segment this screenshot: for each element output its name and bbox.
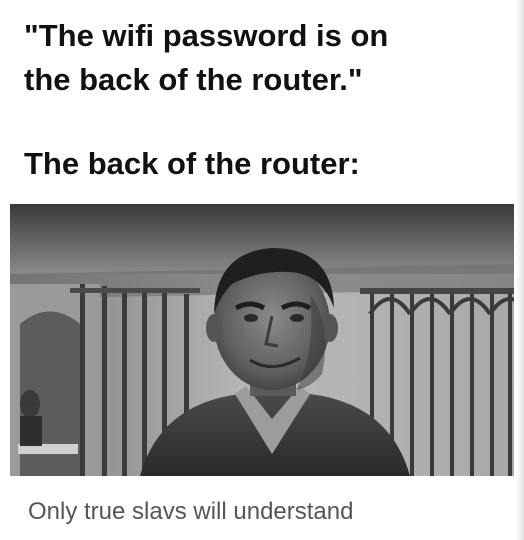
meme-bottom-caption: Only true slavs will understand [28,498,354,525]
meme-middle-caption: The back of the router: [24,146,360,181]
page-edge-shadow [516,0,524,540]
man-behind-prison-bars-photo [10,204,514,476]
meme-top-caption: "The wifi password is on the back of the… [24,18,389,97]
